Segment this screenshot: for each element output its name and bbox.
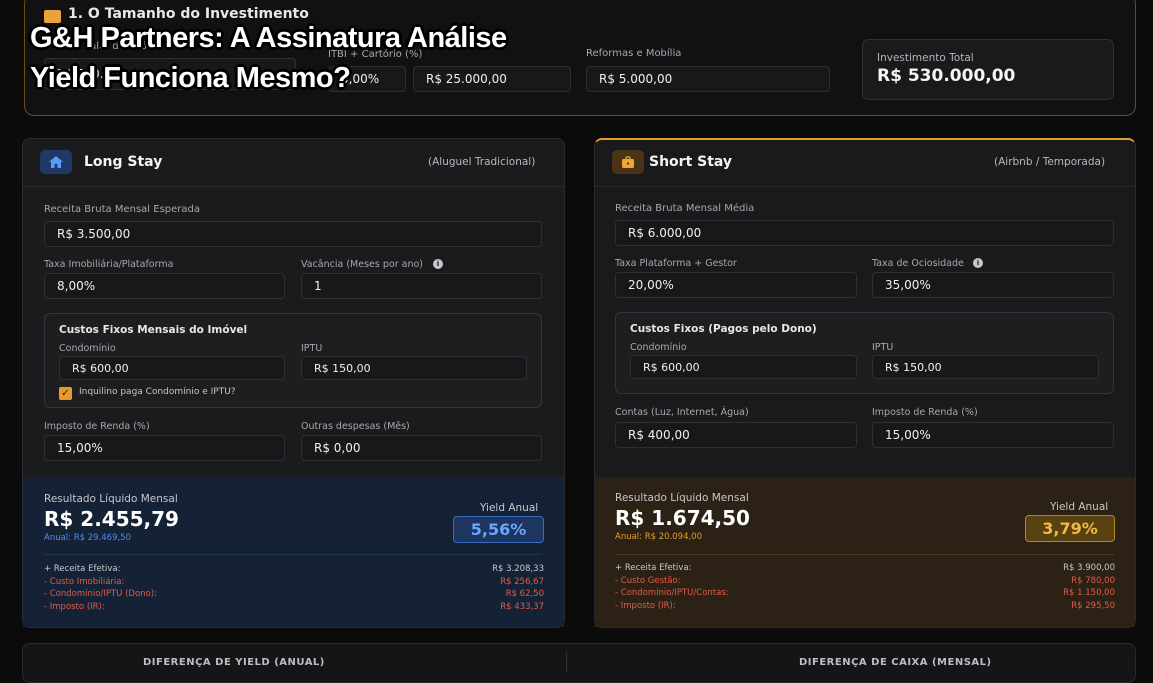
long-breakdown-value-1: R$ 256,67 — [500, 577, 544, 587]
long-other-input[interactable]: R$ 0,00 — [301, 435, 542, 461]
short-condo-label: Condomínio — [630, 342, 687, 353]
long-tax-label: Imposto de Renda (%) — [44, 421, 150, 432]
long-yield-badge: 5,56% — [453, 516, 544, 543]
long-fee-label: Taxa Imobiliária/Plataforma — [44, 259, 174, 270]
long-stay-subtitle: (Aluguel Tradicional) — [428, 156, 536, 168]
short-idle-label: Taxa de Ociosidade — [872, 258, 964, 269]
divider — [23, 186, 564, 187]
short-result-value: R$ 1.674,50 — [615, 506, 750, 530]
long-breakdown-label-1: - Custo Imobiliária: — [44, 577, 125, 587]
short-fee-input[interactable]: 20,00% — [615, 272, 857, 298]
long-other-label: Outras despesas (Mês) — [301, 421, 410, 432]
short-result-label: Resultado Líquido Mensal — [615, 492, 749, 504]
short-condo-input[interactable]: R$ 600,00 — [630, 355, 857, 379]
short-bills-input[interactable]: R$ 400,00 — [615, 422, 857, 448]
short-gross-input[interactable]: R$ 6.000,00 — [615, 220, 1114, 246]
short-yield-badge: 3,79% — [1025, 515, 1115, 542]
short-yield-label: Yield Anual — [1050, 501, 1109, 513]
short-gross-label: Receita Bruta Mensal Média — [615, 203, 755, 214]
long-fixed-costs-title: Custos Fixos Mensais do Imóvel — [59, 324, 248, 336]
headline-line-1: G&H Partners: A Assinatura Análise — [30, 22, 507, 54]
short-annual-value: Anual: R$ 20.094,00 — [615, 532, 703, 542]
long-result-label: Resultado Líquido Mensal — [44, 493, 178, 505]
video-headline: G&H Partners: A Assinatura Análise Yield… — [30, 18, 507, 98]
short-breakdown-value-3: R$ 295,50 — [1071, 601, 1115, 611]
short-fee-label: Taxa Plataforma + Gestor — [615, 258, 737, 269]
long-gross-input[interactable]: R$ 3.500,00 — [44, 221, 542, 247]
divider — [566, 652, 567, 672]
cash-difference-label: DIFERENÇA DE CAIXA (MENSAL) — [799, 657, 992, 668]
renovation-label: Reformas e Mobília — [586, 48, 682, 59]
long-gross-label: Receita Bruta Mensal Esperada — [44, 204, 201, 215]
divider — [615, 554, 1114, 555]
short-breakdown-value-1: R$ 780,00 — [1071, 576, 1115, 586]
short-idle-input[interactable]: 35,00% — [872, 272, 1114, 298]
short-breakdown-value-2: R$ 1.150,00 — [1063, 588, 1115, 598]
long-result-value: R$ 2.455,79 — [44, 507, 179, 531]
headline-line-2: Yield Funciona Mesmo? — [30, 62, 351, 94]
short-breakdown-value-0: R$ 3.900,00 — [1063, 563, 1115, 573]
short-stay-subtitle: (Airbnb / Temporada) — [994, 156, 1106, 168]
short-breakdown-label-3: - Imposto (IR): — [615, 601, 676, 611]
tenant-pays-checkbox[interactable]: ✓ — [59, 387, 72, 400]
long-breakdown-value-3: R$ 433,37 — [500, 602, 544, 612]
divider — [44, 554, 542, 555]
long-tax-input[interactable]: 15,00% — [44, 435, 285, 461]
long-annual-value: Anual: R$ 29.469,50 — [44, 533, 132, 543]
total-investment-value: R$ 530.000,00 — [877, 66, 1016, 86]
short-iptu-label: IPTU — [872, 342, 894, 353]
long-iptu-input[interactable]: R$ 150,00 — [301, 356, 527, 380]
short-breakdown-label-1: - Custo Gestão: — [615, 576, 681, 586]
info-icon[interactable]: i — [973, 258, 983, 268]
total-investment-label: Investimento Total — [877, 52, 974, 64]
renovation-input[interactable]: R$ 5.000,00 — [586, 66, 830, 92]
short-stay-title: Short Stay — [649, 154, 733, 170]
long-breakdown-value-2: R$ 62,50 — [505, 589, 544, 599]
long-breakdown-value-0: R$ 3.208,33 — [492, 564, 544, 574]
short-breakdown-label-2: - Condomínio/IPTU/Contas: — [615, 588, 729, 598]
long-breakdown-label-3: - Imposto (IR): — [44, 602, 105, 612]
long-vacancy-input[interactable]: 1 — [301, 273, 542, 299]
long-iptu-label: IPTU — [301, 343, 323, 354]
long-stay-title: Long Stay — [84, 154, 163, 170]
long-breakdown-label-2: - Condomínio/IPTU (Dono): — [44, 589, 157, 599]
short-fixed-costs-title: Custos Fixos (Pagos pelo Dono) — [630, 323, 817, 335]
short-bills-label: Contas (Luz, Internet, Água) — [615, 407, 749, 418]
divider — [595, 186, 1135, 187]
short-tax-input[interactable]: 15,00% — [872, 422, 1114, 448]
home-icon — [40, 150, 72, 174]
short-breakdown-label-0: + Receita Efetiva: — [615, 563, 692, 573]
briefcase-icon — [612, 150, 644, 174]
tenant-pays-label: Inquilino paga Condomínio e IPTU? — [79, 387, 236, 397]
info-icon[interactable]: i — [433, 259, 443, 269]
long-breakdown-label-0: + Receita Efetiva: — [44, 564, 121, 574]
long-vacancy-label: Vacância (Meses por ano) — [301, 259, 423, 270]
long-yield-label: Yield Anual — [480, 502, 539, 514]
long-condo-input[interactable]: R$ 600,00 — [59, 356, 285, 380]
long-condo-label: Condomínio — [59, 343, 116, 354]
short-tax-label: Imposto de Renda (%) — [872, 407, 978, 418]
short-iptu-input[interactable]: R$ 150,00 — [872, 355, 1099, 379]
long-fee-input[interactable]: 8,00% — [44, 273, 285, 299]
yield-difference-label: DIFERENÇA DE YIELD (ANUAL) — [143, 657, 325, 668]
